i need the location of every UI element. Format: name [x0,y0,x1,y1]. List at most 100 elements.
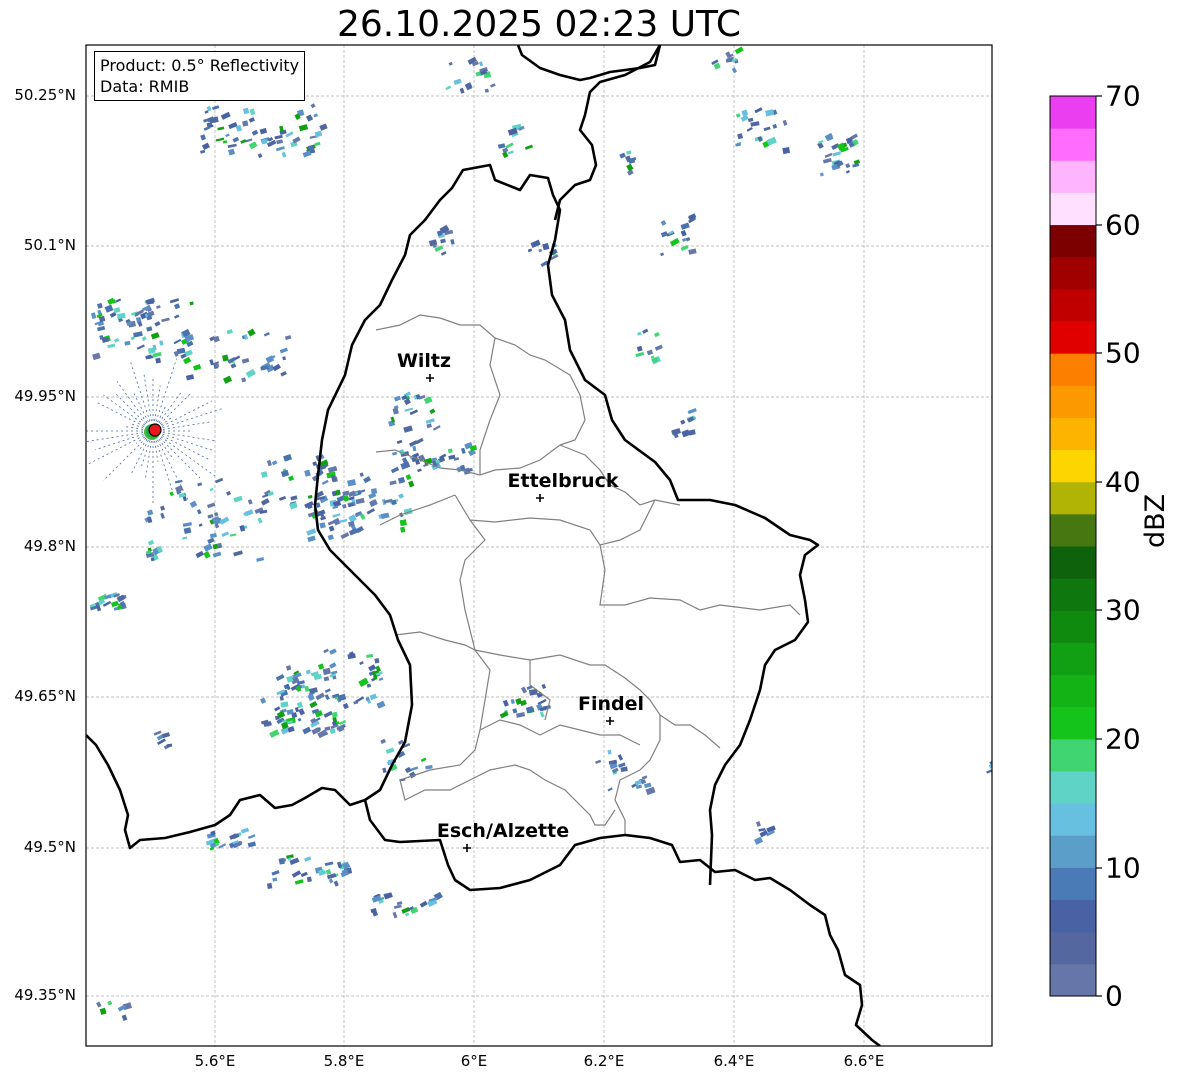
echo-cell [845,163,851,169]
echo-cell [685,237,691,242]
echo-cell [209,487,214,492]
echo-cell [141,336,147,342]
colorbar-segment [1050,353,1096,386]
echo-cell [409,409,419,416]
echo-cell [300,871,308,878]
echo-cell [459,87,465,94]
echo-cell [669,237,680,247]
colorbar-segment [1050,578,1096,611]
echo-cell [196,509,202,515]
echo-cell [527,248,533,253]
echo-cell [279,125,284,132]
echo-cell [314,141,321,147]
echo-cell [189,500,198,508]
echo-cell [440,238,446,244]
echo-cell [266,882,273,890]
echo-cell [308,687,318,694]
echo-cell [425,418,435,424]
echo-cell [279,695,284,701]
colorbar-segment [1050,417,1096,451]
echo-cell [209,532,217,539]
echo-cell [260,697,267,704]
echo-cell [746,126,753,132]
echo-cell [754,836,764,845]
radar-map [85,44,1102,1047]
echo-cell [369,693,378,701]
echo-cell [201,142,210,151]
echo-cell [680,230,687,237]
echo-cell [530,239,541,248]
echo-cell [617,754,624,761]
echo-cell [275,674,285,681]
echo-cell [124,340,131,346]
echo-cell [276,139,284,145]
echo-cell [183,356,192,365]
echo-cell [159,340,164,346]
lat-tick-label: 49.8°N [23,537,76,555]
echo-cell [248,117,255,123]
echo-cell [281,151,287,158]
echo-cell [99,1007,107,1015]
colorbar-segment [1050,835,1096,868]
colorbar-segment [1050,931,1096,965]
echo-cell [681,429,691,438]
echo-cell [332,513,341,518]
echo-cell [92,352,101,361]
product-label: Product: 0.5° Reflectivity [100,56,300,75]
echo-cell [484,88,489,93]
city-label-ettelbruck: Ettelbruck [507,470,619,492]
echo-cell [197,482,203,487]
echo-cell [269,729,280,738]
city-marker-esch [463,844,471,852]
echo-cell [340,532,350,540]
colorbar-segment [1050,674,1096,708]
colorbar-segment [1050,738,1096,772]
echo-cell [244,509,254,517]
lat-tick-label: 49.95°N [14,387,76,405]
colorbar-segment [1050,803,1096,836]
echo-cell [282,356,286,361]
echo-cell [324,726,331,731]
clutter-ray [152,430,173,492]
echo-cell [217,126,225,131]
echo-cell [207,514,214,519]
echo-cell [307,535,316,543]
echo-cell [256,557,265,562]
echo-cell [339,518,348,523]
echo-cell [429,408,436,415]
echo-cell [747,117,754,123]
echo-cell [249,108,256,116]
echo-cell [294,879,304,885]
echo-cell [329,648,337,655]
echo-cell [96,1001,102,1008]
echo-cell [342,702,349,710]
echo-cell [242,120,249,127]
echo-cell [284,335,292,340]
echo-cell [304,685,310,692]
echo-cell [391,451,398,456]
echo-cell [304,856,312,862]
radar-site-marker [144,423,162,440]
echo-cell [315,502,321,508]
lat-tick-label: 50.25°N [14,86,76,104]
colorbar-segment [1050,96,1096,129]
echo-cell [150,332,160,340]
echo-cell [107,343,116,349]
echo-cell [370,488,378,495]
echo-cell [209,359,215,366]
echo-cell [229,533,237,537]
echo-cell [363,476,372,484]
echo-cell [176,347,186,355]
product-info-box: Product: 0.5° Reflectivity Data: RMIB [94,51,306,101]
echo-cell [193,364,202,371]
lat-tick-label: 49.5°N [23,838,76,856]
echo-cell [497,143,506,149]
echo-cell [461,447,466,454]
colorbar-label: dBZ [1140,493,1171,548]
echo-cell [323,676,330,682]
echo-cell [247,328,256,337]
echo-cell [445,85,452,91]
echo-cell [291,870,302,878]
echo-cell [313,113,318,118]
lon-tick-label: 5.8°E [323,1052,365,1070]
